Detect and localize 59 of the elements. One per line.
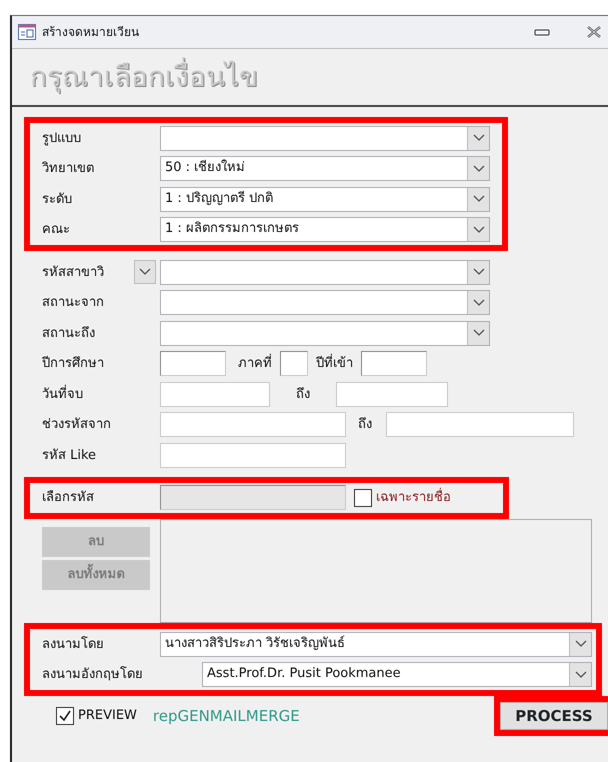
field-label: สถานะถึง <box>42 324 96 342</box>
field-label: ช่วงรหัสจาก <box>42 416 112 434</box>
process-button[interactable]: PROCESS <box>500 702 608 730</box>
field-label: เลือกรหัส <box>42 489 95 507</box>
form-icon <box>18 24 36 40</box>
field-label: ระดับ <box>42 190 73 208</box>
field-label: รหัส Like <box>42 446 98 464</box>
dropdown-field[interactable]: 1 : ผลิตกรรมการเกษตร <box>160 217 490 242</box>
chevron-down-icon <box>472 268 484 276</box>
field-label: ภาคที่ <box>238 354 272 374</box>
field-label: ลงนามโดย <box>42 635 105 654</box>
text-field[interactable] <box>361 351 427 376</box>
minimize-icon[interactable] <box>534 27 550 37</box>
text-field[interactable] <box>280 351 308 376</box>
form-heading: กรุณาเลือกเงื่อนไข <box>30 56 258 98</box>
chevron-down-icon <box>574 670 586 679</box>
field-label: วันที่จบ <box>42 384 84 404</box>
dropdown-field[interactable]: 1 : ปริญญาตรี ปกติ <box>160 186 490 212</box>
field-label: รหัสสาขาวิ <box>42 264 105 282</box>
chevron-down-icon <box>472 298 484 307</box>
field-label: รูปแบบ <box>42 130 82 148</box>
checkbox-label: เฉพาะรายชื่อ <box>376 488 451 508</box>
report-name: repGENMAILMERGE <box>152 706 300 727</box>
dropdown-field[interactable] <box>160 126 490 151</box>
text-field[interactable] <box>160 412 346 438</box>
field-label: ปีที่เข้า <box>316 354 353 374</box>
text-field[interactable] <box>160 351 226 376</box>
field-label: วิทยาเขต <box>42 160 95 178</box>
chevron-down-icon <box>472 195 484 204</box>
text-field[interactable] <box>160 382 270 407</box>
window-title: สร้างจดหมายเวียน <box>42 24 140 41</box>
chevron-down-icon <box>472 164 484 173</box>
dropdown-field[interactable] <box>160 320 490 346</box>
text-field[interactable] <box>386 412 574 438</box>
list-box[interactable] <box>160 519 592 623</box>
dropdown-field[interactable]: Asst.Prof.Dr. Pusit Pookmanee <box>202 662 592 688</box>
text-field[interactable] <box>336 382 448 407</box>
chevron-down-icon <box>139 268 151 276</box>
field-label: คณะ <box>42 221 71 239</box>
close-icon[interactable] <box>586 25 602 39</box>
dropdown-field[interactable]: นางสาวสิริประภา วิรัชเจริญพันธ์ <box>160 632 592 657</box>
chevron-down-icon <box>472 226 484 234</box>
chevron-down-icon <box>472 134 484 142</box>
field-label: ถึง <box>358 416 372 434</box>
text-field[interactable] <box>160 442 346 468</box>
checkbox[interactable] <box>354 488 372 507</box>
dropdown-field[interactable]: 50 : เชียงใหม่ <box>160 156 490 182</box>
checkbox-label: PREVIEW <box>78 707 137 726</box>
field-label: ลงนามอังกฤษโดย <box>42 665 144 684</box>
chevron-down-icon <box>574 640 586 648</box>
checkbox[interactable] <box>56 707 74 725</box>
text-field[interactable] <box>160 485 346 510</box>
field-label: สถานะจาก <box>42 294 105 312</box>
dropdown-button[interactable] <box>134 260 156 284</box>
field-label: ถึง <box>296 386 310 404</box>
dropdown-field[interactable] <box>160 290 490 316</box>
field-label: ปีการศึกษา <box>42 354 105 373</box>
dropdown-field[interactable] <box>160 260 490 285</box>
chevron-down-icon <box>472 329 484 338</box>
